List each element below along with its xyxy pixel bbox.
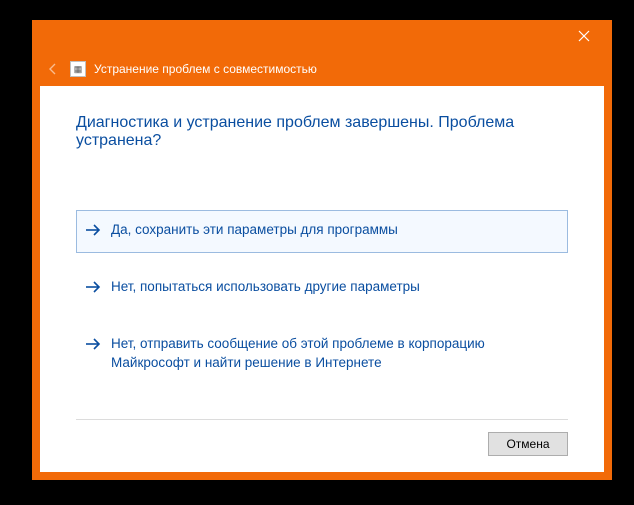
header-strip: ▦ Устранение проблем с совместимостью	[32, 52, 612, 86]
option-yes-save[interactable]: Да, сохранить эти параметры для программ…	[76, 210, 568, 253]
content-area: Диагностика и устранение проблем заверше…	[40, 86, 604, 472]
option-no-retry[interactable]: Нет, попытаться использовать другие пара…	[76, 267, 568, 310]
footer: Отмена	[76, 419, 568, 456]
close-button[interactable]	[564, 22, 604, 50]
cancel-button[interactable]: Отмена	[488, 432, 568, 456]
titlebar	[32, 20, 612, 52]
options-list: Да, сохранить эти параметры для программ…	[76, 210, 568, 383]
wizard-window: ▦ Устранение проблем с совместимостью Ди…	[32, 20, 612, 480]
arrow-right-icon	[85, 337, 101, 356]
arrow-right-icon	[85, 223, 101, 242]
back-button[interactable]	[44, 60, 62, 78]
close-icon	[578, 30, 590, 42]
option-label: Да, сохранить эти параметры для программ…	[111, 221, 398, 239]
option-no-report[interactable]: Нет, отправить сообщение об этой проблем…	[76, 324, 568, 382]
troubleshoot-icon: ▦	[70, 61, 86, 77]
header-title: Устранение проблем с совместимостью	[94, 62, 317, 76]
arrow-right-icon	[85, 280, 101, 299]
arrow-left-icon	[46, 62, 60, 76]
option-label: Нет, отправить сообщение об этой проблем…	[111, 335, 559, 371]
option-label: Нет, попытаться использовать другие пара…	[111, 278, 420, 296]
page-heading: Диагностика и устранение проблем заверше…	[76, 114, 568, 150]
